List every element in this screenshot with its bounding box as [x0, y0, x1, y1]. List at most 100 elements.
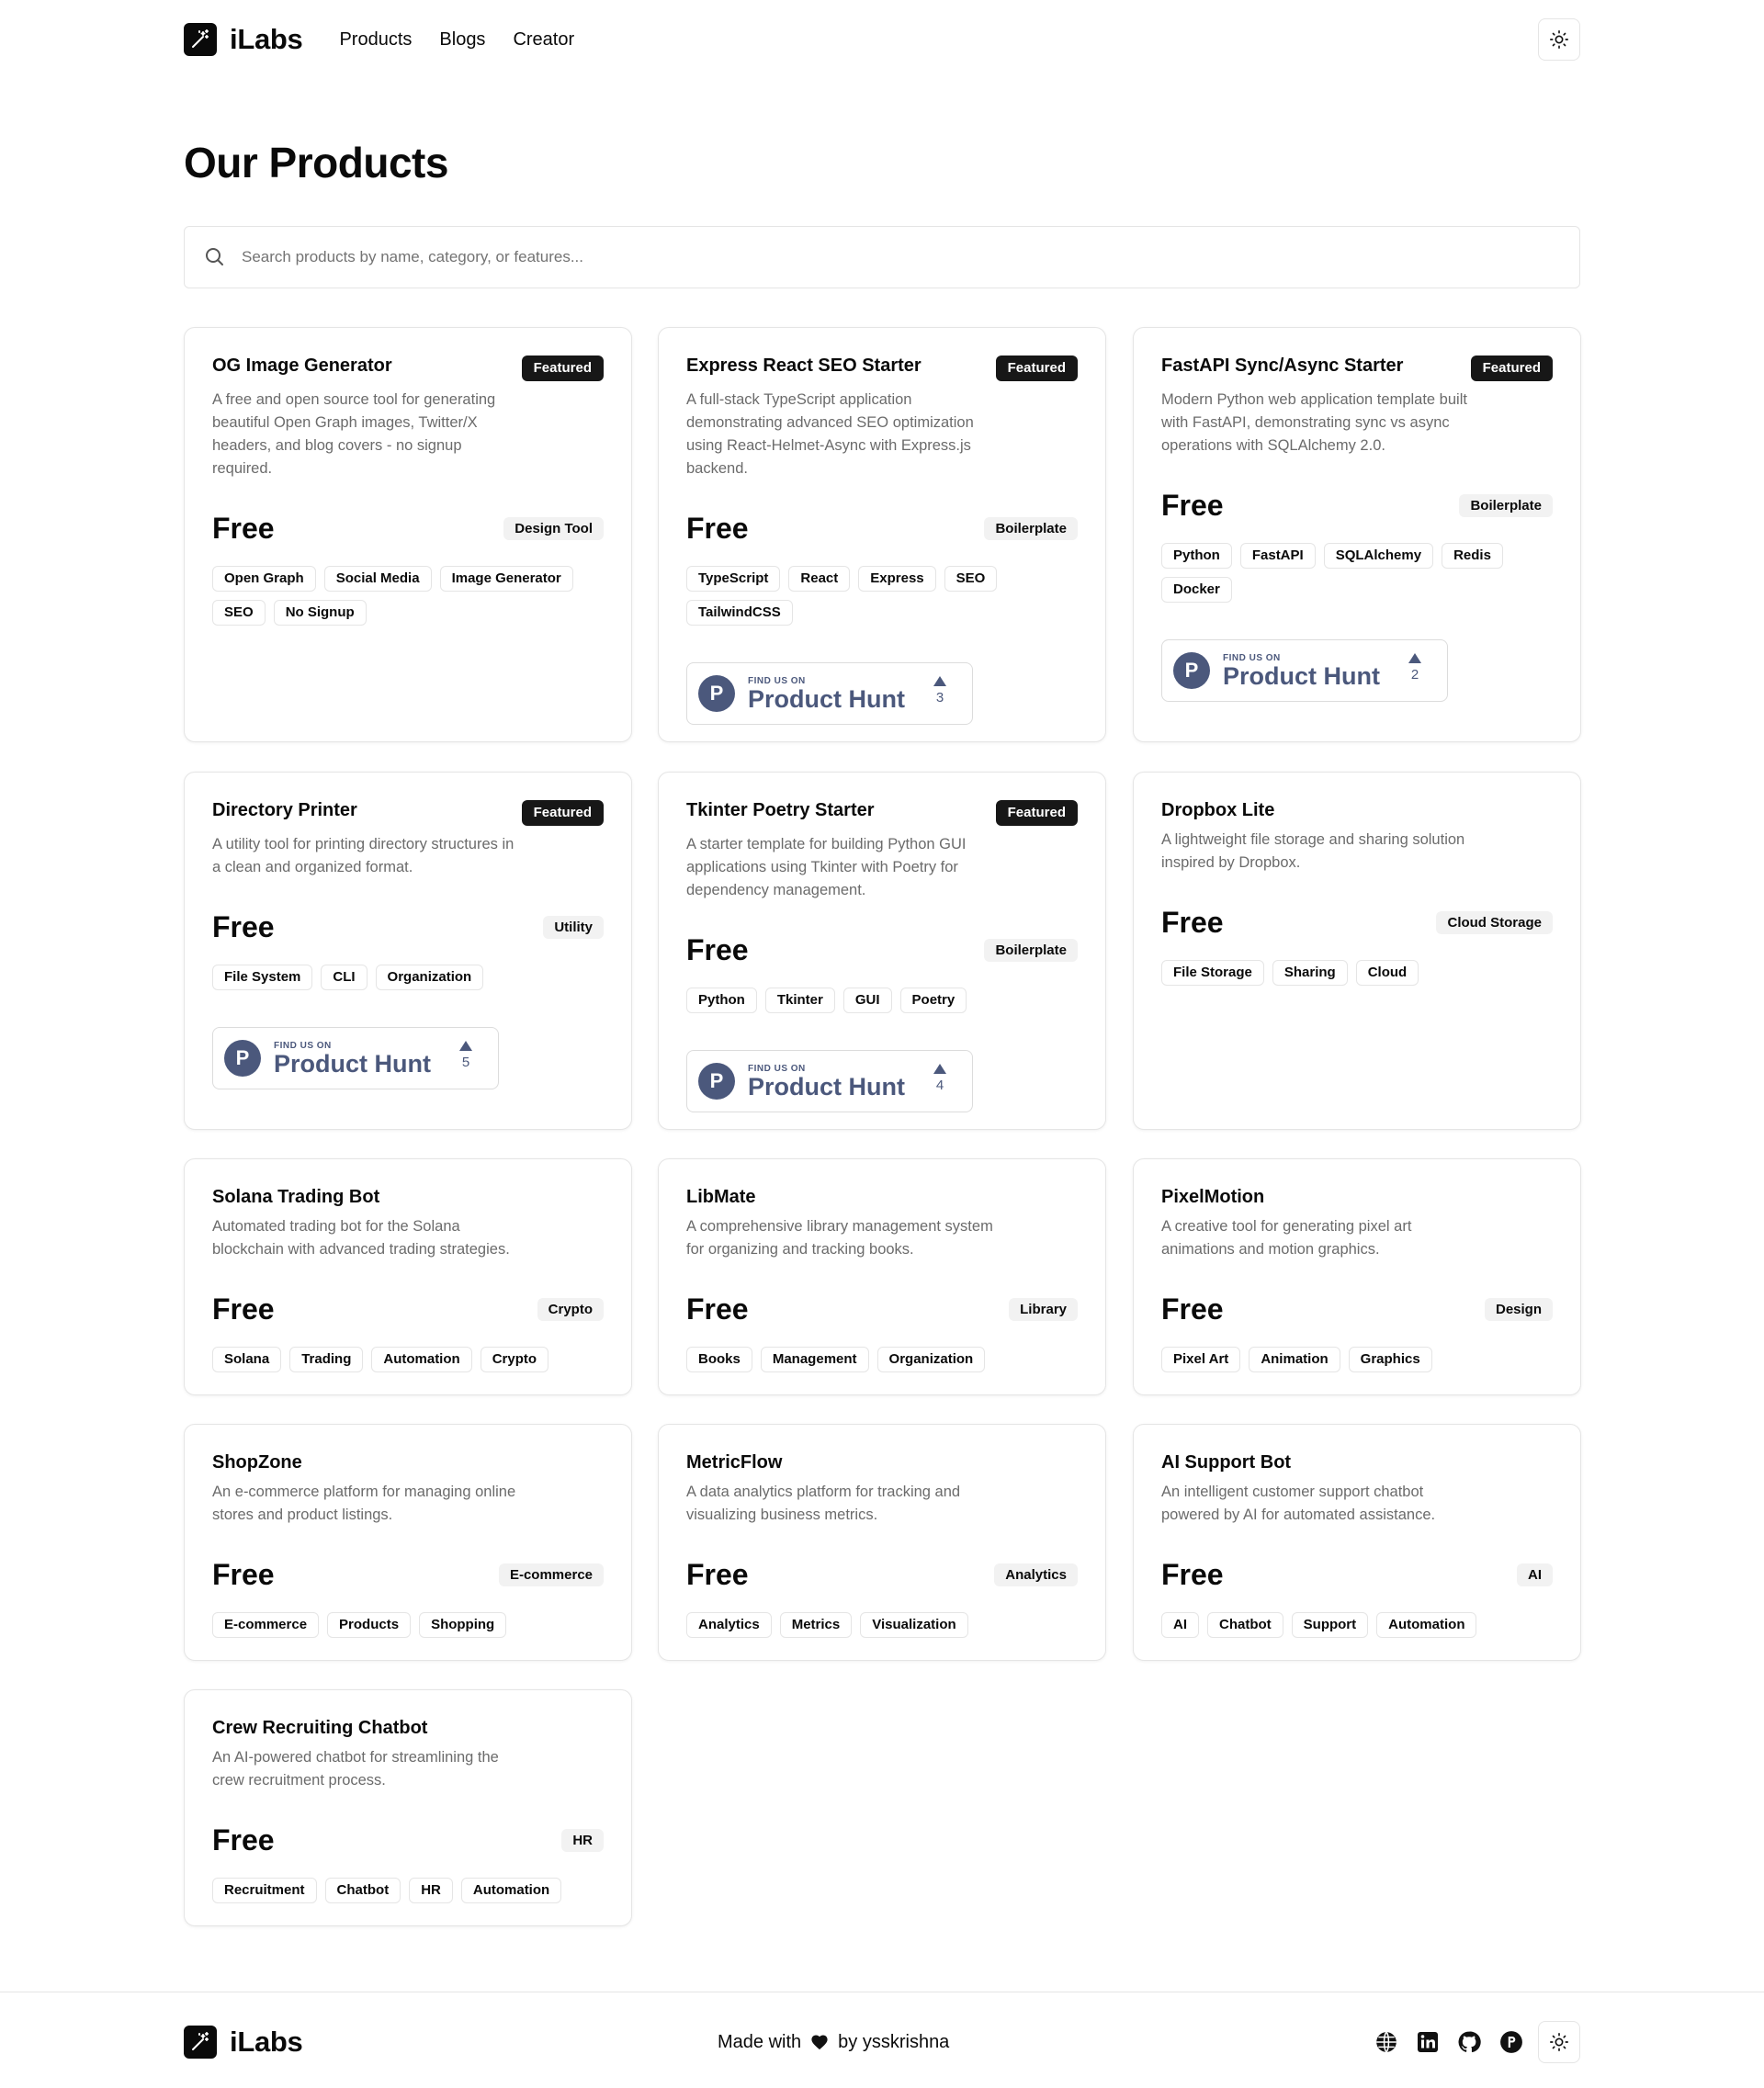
product-description: A lightweight file storage and sharing s… — [1161, 831, 1465, 871]
tag-list: Books Management Organization — [686, 1347, 1081, 1372]
product-description: An e-commerce platform for managing onli… — [212, 1484, 516, 1523]
product-card[interactable]: AI Support Bot An intelligent customer su… — [1133, 1424, 1581, 1661]
nav-creator[interactable]: Creator — [513, 29, 574, 51]
tag: Visualization — [860, 1612, 968, 1638]
price-row: Free Utility — [212, 910, 604, 944]
category-badge: Boilerplate — [984, 517, 1078, 540]
tag: Metrics — [779, 1612, 853, 1638]
product-card[interactable]: FastAPI Sync/Async Starter Featured Modern… — [1133, 327, 1581, 742]
product-description: Modern Python web application template b… — [1161, 391, 1467, 454]
card-header: Directory Printer Featured — [212, 800, 604, 826]
product-description: A utility tool for printing directory st… — [212, 836, 514, 875]
tag: Pixel Art — [1161, 1347, 1241, 1372]
upvote-triangle-icon — [933, 676, 946, 686]
product-card[interactable]: PixelMotion A creative tool for generatin… — [1133, 1158, 1581, 1395]
tag: Books — [686, 1347, 752, 1372]
search-icon — [203, 245, 227, 269]
price-row: Free Boilerplate — [686, 512, 1078, 546]
card-header: Crew Recruiting Chatbot — [212, 1718, 604, 1739]
producthunt-badge[interactable]: P FIND US ON Product Hunt 2 — [1161, 639, 1448, 702]
product-description: A creative tool for generating pixel art… — [1161, 1218, 1412, 1258]
product-card[interactable]: Directory Printer Featured A utility tool … — [184, 772, 632, 1130]
globe-icon[interactable] — [1374, 2030, 1398, 2054]
product-description: A comprehensive library management syste… — [686, 1218, 993, 1258]
price-row: Free AI — [1161, 1558, 1553, 1592]
tag: SQLAlchemy — [1323, 543, 1434, 569]
tag: HR — [409, 1878, 453, 1903]
category-badge: Boilerplate — [1459, 494, 1553, 517]
tag: SEO — [944, 566, 998, 592]
footer-theme-toggle-button[interactable] — [1538, 2021, 1580, 2063]
product-price: Free — [1161, 489, 1224, 522]
ph-vote-count: 2 — [1410, 667, 1419, 683]
product-description: A free and open source tool for generati… — [212, 391, 496, 477]
card-header: AI Support Bot — [1161, 1452, 1553, 1473]
product-card[interactable]: MetricFlow A data analytics platform for … — [658, 1424, 1106, 1661]
price-row: Free Cloud Storage — [1161, 906, 1553, 940]
category-badge: Boilerplate — [984, 939, 1078, 962]
ph-vote-count: 4 — [935, 1078, 944, 1093]
producthunt-badge[interactable]: P FIND US ON Product Hunt 4 — [686, 1050, 973, 1112]
ph-find-us: FIND US ON — [748, 1063, 806, 1074]
ph-upvotes: 4 — [933, 1064, 946, 1093]
producthunt-badge[interactable]: P FIND US ON Product Hunt 5 — [212, 1027, 499, 1089]
category-badge: Utility — [543, 916, 604, 939]
product-title: Dropbox Lite — [1161, 800, 1275, 820]
footer-logo[interactable]: iLabs — [184, 2026, 303, 2059]
sun-icon — [1549, 2032, 1569, 2052]
product-card[interactable]: Express React SEO Starter Featured A full-… — [658, 327, 1106, 742]
tag-list: AI Chatbot Support Automation — [1161, 1612, 1556, 1638]
tag-list: Solana Trading Automation Crypto — [212, 1347, 607, 1372]
linkedin-icon[interactable] — [1417, 2031, 1439, 2053]
theme-toggle-button[interactable] — [1538, 18, 1580, 61]
producthunt-logo-icon: P — [698, 675, 735, 712]
main-nav: Products Blogs Creator — [339, 29, 574, 51]
product-price: Free — [1161, 906, 1224, 939]
product-card[interactable]: ShopZone An e-commerce platform for manag… — [184, 1424, 632, 1661]
category-badge: Design Tool — [503, 517, 604, 540]
upvote-triangle-icon — [459, 1041, 472, 1051]
author-link[interactable]: by ysskrishna — [838, 2032, 949, 2053]
tag: Python — [1161, 543, 1232, 569]
product-price: Free — [212, 1823, 275, 1857]
tag: Management — [760, 1347, 869, 1372]
github-icon[interactable] — [1457, 2030, 1481, 2054]
nav-products[interactable]: Products — [339, 29, 412, 51]
card-header: Dropbox Lite — [1161, 800, 1553, 821]
tag: Sharing — [1272, 960, 1348, 986]
price-row: Free Design — [1161, 1292, 1553, 1326]
card-header: FastAPI Sync/Async Starter Featured — [1161, 356, 1553, 381]
tag: Open Graph — [212, 566, 316, 592]
tag: Chatbot — [324, 1878, 401, 1903]
ph-find-us: FIND US ON — [1223, 652, 1281, 663]
tag: File Storage — [1161, 960, 1264, 986]
tag: Automation — [1376, 1612, 1477, 1638]
price-row: Free E-commerce — [212, 1558, 604, 1592]
producthunt-icon[interactable] — [1499, 2030, 1523, 2054]
product-card[interactable]: Dropbox Lite A lightweight file storage a… — [1133, 772, 1581, 1130]
category-badge: Crypto — [537, 1298, 604, 1321]
nav-blogs[interactable]: Blogs — [439, 29, 485, 51]
ph-name: Product Hunt — [748, 684, 905, 713]
tag-list: Open Graph Social Media Image Generator SEO… — [212, 566, 607, 626]
product-card[interactable]: Tkinter Poetry Starter Featured A starter … — [658, 772, 1106, 1130]
product-title: MetricFlow — [686, 1452, 783, 1473]
product-title: FastAPI Sync/Async Starter — [1161, 356, 1404, 376]
product-title: Crew Recruiting Chatbot — [212, 1718, 428, 1738]
logo[interactable]: iLabs — [184, 23, 303, 56]
product-price: Free — [686, 1292, 749, 1326]
price-row: Free Analytics — [686, 1558, 1078, 1592]
search-input[interactable] — [242, 248, 1528, 266]
product-card[interactable]: Crew Recruiting Chatbot An AI-powered cha… — [184, 1689, 632, 1926]
product-card[interactable]: OG Image Generator Featured A free and ope… — [184, 327, 632, 742]
producthunt-badge[interactable]: P FIND US ON Product Hunt 3 — [686, 662, 973, 725]
product-card[interactable]: LibMate A comprehensive library managemen… — [658, 1158, 1106, 1395]
price-row: Free Design Tool — [212, 512, 604, 546]
tag: GUI — [842, 988, 892, 1013]
tag-list: File System CLI Organization — [212, 965, 607, 990]
ph-upvotes: 5 — [459, 1041, 472, 1070]
tag: Social Media — [323, 566, 432, 592]
product-price: Free — [212, 512, 275, 545]
product-card[interactable]: Solana Trading Bot Automated trading bot … — [184, 1158, 632, 1395]
tag: AI — [1161, 1612, 1199, 1638]
